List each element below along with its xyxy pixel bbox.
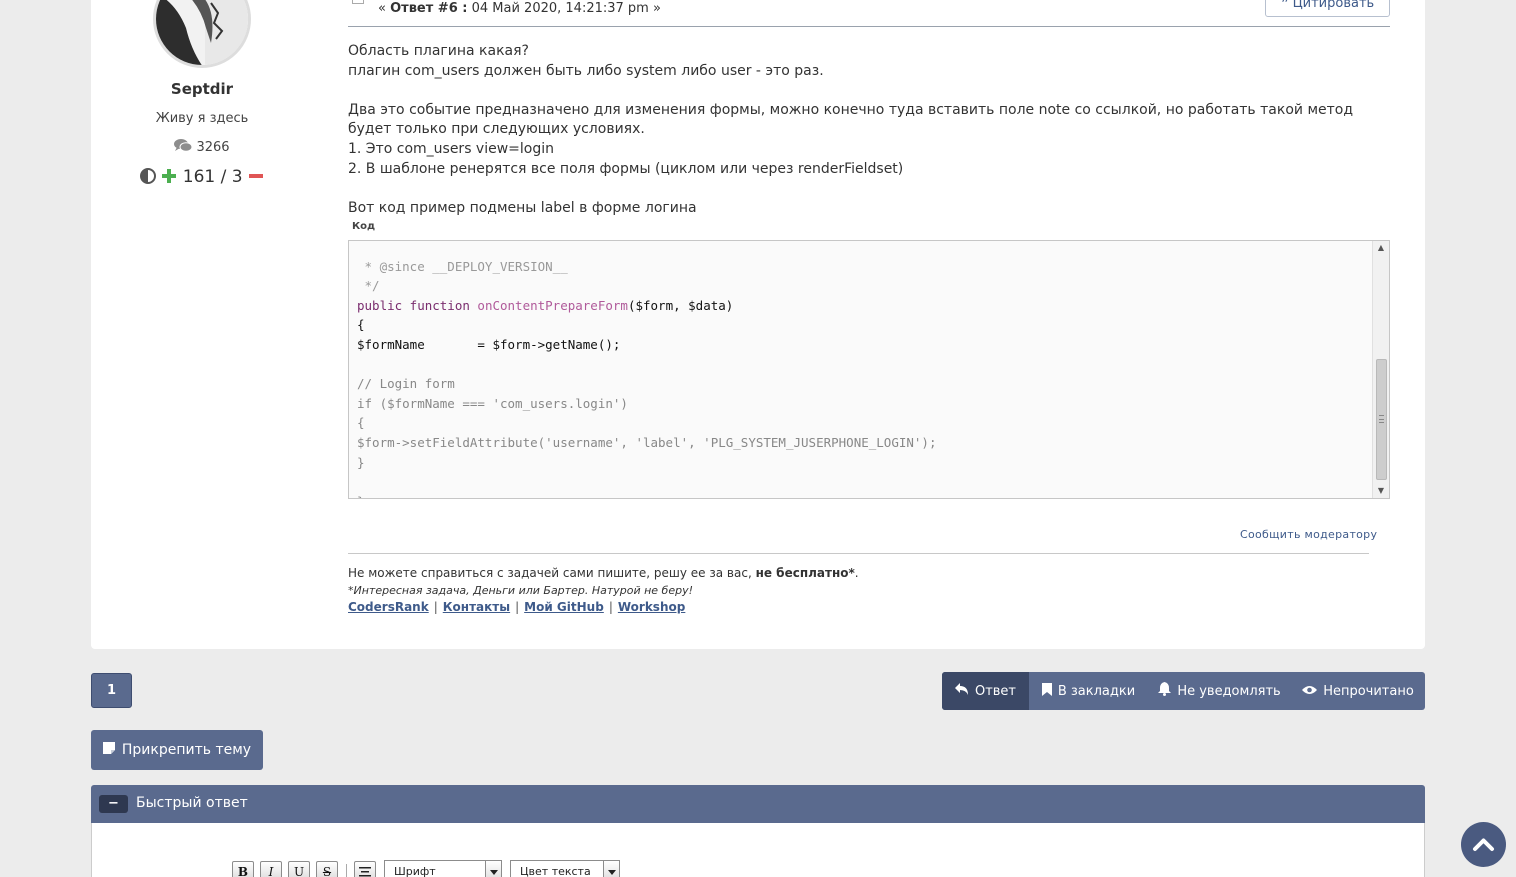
karma-value: 161 / 3 bbox=[182, 167, 243, 187]
plus-icon[interactable] bbox=[161, 168, 177, 189]
font-select[interactable]: Шрифт bbox=[384, 860, 502, 877]
underline-button[interactable]: U bbox=[288, 861, 310, 877]
code-line: public function onContentPrepareForm($fo… bbox=[357, 298, 733, 313]
post-paragraph: Вот код пример подмены label в форме лог… bbox=[348, 199, 697, 216]
scroll-up-arrow-icon[interactable]: ▲ bbox=[1373, 241, 1389, 255]
signature-line: Не можете справиться с задачей сами пиши… bbox=[348, 566, 859, 580]
align-icon[interactable] bbox=[354, 861, 376, 877]
post-body: Область плагина какая? плагин com_users … bbox=[348, 42, 1393, 218]
code-line: { bbox=[357, 317, 365, 333]
signature-divider bbox=[348, 553, 1369, 554]
unread-button[interactable]: Непрочитано bbox=[1291, 672, 1425, 710]
poster-karma: 161 / 3 bbox=[92, 167, 312, 189]
link-codersrank[interactable]: CodersRank bbox=[348, 600, 429, 614]
signature-end: . bbox=[854, 566, 859, 580]
post-select-checkbox[interactable] bbox=[352, 0, 364, 4]
post-paragraph: 2. В шаблоне ренерятся все поля формы (ц… bbox=[348, 160, 904, 177]
bold-button[interactable]: B bbox=[232, 861, 254, 877]
topic-actions-bar: Ответ В закладки Не уведомлять Непрочита… bbox=[942, 672, 1425, 710]
sticky-note-icon bbox=[102, 742, 115, 758]
bookmark-icon bbox=[1041, 682, 1052, 700]
post-header-divider bbox=[348, 26, 1390, 27]
post-count-value: 3266 bbox=[196, 140, 230, 155]
reply-label: Ответ bbox=[974, 683, 1017, 699]
scroll-down-arrow-icon[interactable]: ▼ bbox=[1373, 484, 1389, 498]
post-paragraph: плагин com_users должен быть либо system… bbox=[348, 62, 824, 79]
post-meta: « Ответ #6 : 04 Май 2020, 14:21:37 pm » bbox=[378, 1, 661, 16]
pin-topic-button[interactable]: Прикрепить тему bbox=[91, 730, 263, 770]
code-line: } bbox=[357, 454, 365, 470]
pin-topic-label: Прикрепить тему bbox=[121, 742, 252, 758]
code-line: if ($formName === 'com_users.login') bbox=[357, 395, 628, 411]
text-color-select[interactable]: Цвет текста bbox=[510, 860, 620, 877]
half-circle-icon bbox=[139, 168, 156, 189]
code-lines: * @since __DEPLOY_VERSION__ */ public fu… bbox=[357, 241, 937, 498]
toolbar-divider bbox=[346, 864, 347, 877]
signature-text: Не можете справиться с задачей сами пиши… bbox=[348, 566, 756, 580]
notify-button[interactable]: Не уведомлять bbox=[1148, 672, 1291, 710]
post-paragraph: Область плагина какая? bbox=[348, 43, 529, 59]
quote-icon: ❞ bbox=[1280, 0, 1289, 11]
notify-label: Не уведомлять bbox=[1177, 683, 1281, 699]
chevron-down-icon bbox=[485, 861, 501, 877]
link-contacts[interactable]: Контакты bbox=[443, 600, 510, 614]
report-to-moderator-link[interactable]: Сообщить модератору bbox=[1240, 528, 1377, 541]
link-workshop[interactable]: Workshop bbox=[618, 600, 685, 614]
scrollbar-thumb[interactable] bbox=[1376, 359, 1387, 480]
post-date: 04 Май 2020, 14:21:37 pm » bbox=[471, 1, 661, 16]
poster-name[interactable]: Septdir bbox=[92, 80, 312, 98]
code-line: $formName = $form->getName(); bbox=[357, 336, 621, 352]
minus-icon[interactable] bbox=[248, 168, 264, 189]
quote-label: Цитировать bbox=[1292, 0, 1375, 11]
quote-button[interactable]: ❞ Цитировать bbox=[1265, 0, 1390, 17]
chevron-down-icon bbox=[603, 861, 619, 877]
chevron-up-icon bbox=[1473, 838, 1494, 851]
comments-icon bbox=[174, 139, 193, 157]
eye-icon bbox=[1302, 684, 1318, 699]
reply-number-link[interactable]: Ответ #6 : bbox=[390, 1, 467, 16]
code-keyword: public function bbox=[357, 297, 470, 313]
bell-icon bbox=[1158, 682, 1172, 700]
signature-links: CodersRank | Контакты | Мой GitHub | Workshop bbox=[348, 600, 685, 614]
link-separator: | bbox=[515, 600, 520, 614]
post-paragraph: Два это событие предназначено для измене… bbox=[348, 101, 1354, 138]
grip-icon bbox=[1379, 415, 1384, 423]
code-scrollbar[interactable]: ▲ ▼ bbox=[1372, 241, 1389, 498]
code-line: } bbox=[357, 494, 365, 498]
page-button-current[interactable]: 1 bbox=[91, 673, 132, 708]
link-github[interactable]: Мой GitHub bbox=[524, 600, 604, 614]
code-args: ($form, $data) bbox=[627, 297, 734, 313]
strikethrough-button[interactable]: S bbox=[316, 861, 338, 877]
poster-title: Живу я здесь bbox=[155, 111, 249, 126]
post-paragraph bbox=[348, 81, 1393, 101]
code-line: $form->setFieldAttribute('username', 'la… bbox=[357, 434, 937, 450]
collapse-toggle-icon[interactable]: − bbox=[99, 795, 128, 813]
italic-button[interactable]: I bbox=[260, 861, 282, 877]
link-separator: | bbox=[433, 600, 438, 614]
bookmark-button[interactable]: В закладки bbox=[1029, 672, 1148, 710]
quick-reply-title: Быстрый ответ bbox=[136, 795, 248, 811]
poster-post-count: 3266 bbox=[92, 139, 312, 157]
text-color-select-value: Цвет текста bbox=[520, 865, 591, 877]
code-block[interactable]: * @since __DEPLOY_VERSION__ */ public fu… bbox=[348, 240, 1390, 499]
link-separator: | bbox=[608, 600, 613, 614]
signature-bold: не бесплатно* bbox=[755, 566, 855, 580]
code-function-name: onContentPrepareForm bbox=[477, 297, 628, 313]
code-line: { bbox=[357, 415, 365, 431]
post-paragraph bbox=[348, 179, 1393, 199]
reply-arrow-icon bbox=[954, 683, 969, 699]
meta-prefix: « bbox=[378, 1, 386, 16]
code-label: Код bbox=[352, 221, 376, 232]
code-line: */ bbox=[357, 278, 380, 294]
font-select-value: Шрифт bbox=[394, 865, 436, 877]
post-paragraph: 1. Это com_users view=login bbox=[348, 140, 555, 157]
bookmark-label: В закладки bbox=[1057, 683, 1136, 699]
code-line: // Login form bbox=[357, 376, 455, 392]
scroll-to-top-button[interactable] bbox=[1461, 822, 1506, 867]
code-line: * @since __DEPLOY_VERSION__ bbox=[357, 258, 568, 274]
unread-label: Непрочитано bbox=[1323, 683, 1414, 699]
signature-note: *Интересная задача, Деньги или Бартер. Н… bbox=[348, 584, 694, 597]
quick-reply-header[interactable]: − Быстрый ответ bbox=[91, 785, 1425, 823]
reply-button[interactable]: Ответ bbox=[942, 672, 1029, 710]
